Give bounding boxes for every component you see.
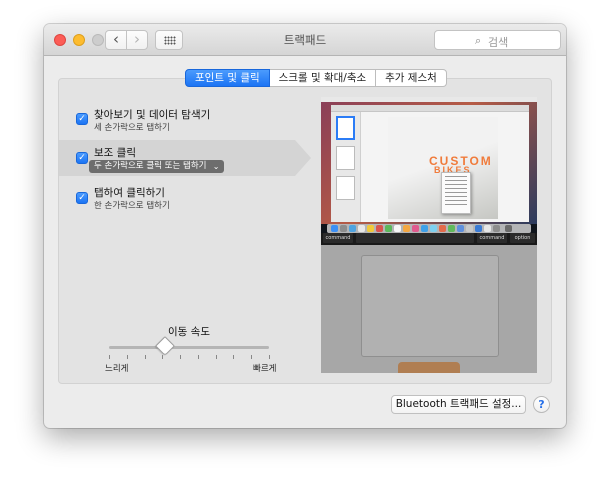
zoom-window-button[interactable] [92,34,104,46]
app-icon [421,225,428,232]
tab-point-and-click[interactable]: 포인트 및 클릭 [185,69,270,87]
preview-screen: CUSTOM BIKES [321,97,537,240]
tracking-speed-title: 이동 속도 [168,326,210,338]
slider-tick [216,355,217,359]
preview-keyboard-row: command command option [321,233,537,245]
page-thumbnail [336,146,355,170]
app-icon [475,225,482,232]
slider-tick [162,355,163,359]
show-all-button[interactable] [155,30,183,50]
app-icon [367,225,374,232]
forward-button[interactable]: › [126,30,148,50]
app-icon [349,225,356,232]
app-icon [430,225,437,232]
preview-toolbar [331,105,529,112]
grid-icon [164,36,176,45]
lookup-title: 찾아보기 및 데이터 탐색기 [94,109,211,121]
preview-trackpad [361,255,499,357]
tab-scroll-and-zoom[interactable]: 스크롤 및 확대/축소 [269,69,377,87]
fast-label: 빠르게 [253,364,277,374]
preview-sidebar [331,112,361,222]
tap-to-click-title: 탭하여 클릭하기 [94,187,165,199]
slider-tick [109,355,110,359]
preview-document-window: CUSTOM BIKES [331,105,529,222]
app-icon [394,225,401,232]
preview-context-menu [441,172,471,214]
option-highlight-arrow [295,140,311,176]
app-icon [457,225,464,232]
back-button[interactable]: ‹ [105,30,127,50]
command-key: command [477,233,507,243]
slider-tick [180,355,181,359]
preview-laptop-lip [398,362,460,373]
chevron-down-icon: ⌄ [212,162,220,171]
app-icon [403,225,410,232]
help-button[interactable]: ? [533,396,550,413]
search-placeholder: 검색 [488,36,509,49]
gesture-preview: CUSTOM BIKES command command option [321,97,537,373]
tab-more-gestures[interactable]: 추가 제스처 [376,69,447,87]
title-bar: ‹ › 트랙패드 ⌕ 검색 [44,24,566,56]
page-thumbnail [336,116,355,140]
command-key: command [323,233,353,243]
secondary-click-checkbox[interactable]: ✓ [76,152,88,164]
app-icon [484,225,491,232]
space-bar [356,233,474,243]
app-icon [448,225,455,232]
app-icon [340,225,347,232]
finder-icon [331,225,338,232]
slider-tick [251,355,252,359]
tap-to-click-checkbox[interactable]: ✓ [76,192,88,204]
app-icon [358,225,365,232]
tab-content-panel: ✓ 찾아보기 및 데이터 탐색기 세 손가락으로 탭하기 ✓ 보조 클릭 두 손… [58,78,552,384]
page-thumbnail [336,176,355,200]
minimize-window-button[interactable] [73,34,85,46]
close-window-button[interactable] [54,34,66,46]
slider-tick [127,355,128,359]
tap-to-click-subtitle: 한 손가락으로 탭하기 [94,201,170,211]
tracking-speed-track[interactable] [109,346,269,349]
app-icon [439,225,446,232]
window-title: 트랙패드 [283,33,327,47]
app-icon [493,225,500,232]
app-icon [466,225,473,232]
tab-bar: 포인트 및 클릭 스크롤 및 확대/축소 추가 제스처 [185,69,447,87]
preview-dock [327,224,531,233]
app-icon [385,225,392,232]
option-key: option [510,233,535,243]
tracking-speed-thumb[interactable] [155,336,175,356]
slider-tick [198,355,199,359]
lookup-subtitle: 세 손가락으로 탭하기 [94,123,170,133]
preferences-window: ‹ › 트랙패드 ⌕ 검색 ✓ 찾아보기 및 데이터 탐색기 세 손가락으로 탭… [44,24,566,428]
bluetooth-setup-button[interactable]: Bluetooth 트랙패드 설정... [391,395,526,414]
secondary-click-title: 보조 클릭 [94,147,136,159]
trash-icon [505,225,512,232]
slider-tick [269,355,270,359]
slow-label: 느리게 [105,364,129,374]
slider-tick [233,355,234,359]
slider-tick [145,355,146,359]
app-icon [412,225,419,232]
search-icon: ⌕ [475,34,482,47]
secondary-click-value: 두 손가락으로 클릭 또는 탭하기 [94,161,207,171]
app-icon [376,225,383,232]
lookup-checkbox[interactable]: ✓ [76,113,88,125]
search-field[interactable]: ⌕ 검색 [434,30,561,50]
secondary-click-popup[interactable]: 두 손가락으로 클릭 또는 탭하기 ⌄ [89,160,225,173]
